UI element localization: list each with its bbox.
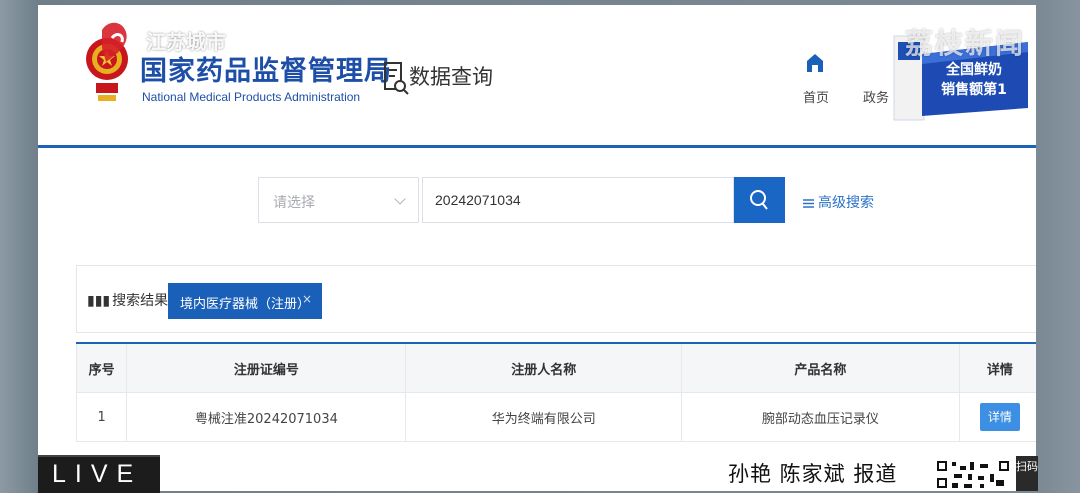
column-header-product: 产品名称: [681, 342, 960, 393]
news-watermark: 荔枝新闻: [905, 27, 1026, 60]
column-header-detail: 详情: [958, 342, 1036, 393]
column-header-registrant: 注册人名称: [405, 342, 683, 393]
ad-slogan: 全国鲜奶 销售额第1: [941, 62, 1007, 98]
category-select[interactable]: 请选择: [258, 177, 419, 223]
reporter-credit: 孙艳 陈家斌 报道: [728, 462, 898, 486]
cell-product: 腕部动态血压记录仪: [681, 392, 960, 442]
data-query-icon[interactable]: [383, 59, 411, 99]
search-input[interactable]: [422, 177, 734, 223]
bars-icon: ▮▮▮: [87, 293, 111, 309]
filter-tag[interactable]: 境内医疗器械（注册） ×: [168, 283, 322, 319]
filter-tag-label: 境内医疗器械（注册）: [180, 297, 311, 312]
detail-button[interactable]: 详情: [979, 403, 1020, 431]
column-header-index: 序号: [75, 342, 128, 393]
advanced-search-link[interactable]: 高级搜索: [803, 192, 874, 212]
table-header-row: 序号 注册证编号 注册人名称 产品名称 详情: [75, 342, 1036, 393]
cell-cert-no: 粤械注准20242071034: [126, 392, 407, 442]
channel-name: 江苏城市: [146, 30, 226, 54]
search-button[interactable]: [734, 177, 785, 223]
category-select-placeholder: 请选择: [273, 195, 315, 211]
advanced-search-label: 高级搜索: [818, 195, 874, 211]
close-icon[interactable]: ×: [302, 292, 312, 306]
live-label: LIVE: [52, 460, 143, 488]
browser-screen: 国家药品监督管理局 National Medical Products Admi…: [38, 5, 1036, 491]
home-icon[interactable]: [806, 53, 824, 73]
cell-index: 1: [75, 392, 128, 442]
org-name-en: National Medical Products Administration: [142, 90, 361, 104]
results-table: 序号 注册证编号 注册人名称 产品名称 详情 1 粤械注准20242071034…: [75, 342, 1036, 442]
chevron-down-icon: [394, 193, 406, 205]
scan-label: 扫码: [1016, 456, 1038, 491]
nav-gov-link[interactable]: 政务: [863, 87, 889, 106]
table-row: 1 粤械注准20242071034 华为终端有限公司 腕部动态血压记录仪 详情: [75, 392, 1036, 442]
header-divider: [38, 145, 1036, 148]
search-results-bar: ▮▮▮ 搜索结果： 境内医疗器械（注册） ×: [76, 265, 1036, 333]
filter-lines-icon: [803, 198, 814, 208]
qr-code-icon: [934, 458, 1012, 491]
nav-home-link[interactable]: 首页: [803, 87, 829, 106]
live-badge: LIVE: [38, 455, 160, 493]
cell-registrant: 华为终端有限公司: [405, 392, 683, 442]
section-title[interactable]: 数据查询: [409, 61, 493, 91]
cell-detail: 详情: [958, 392, 1036, 442]
search-icon: [750, 190, 768, 210]
column-header-cert-no: 注册证编号: [126, 342, 407, 393]
